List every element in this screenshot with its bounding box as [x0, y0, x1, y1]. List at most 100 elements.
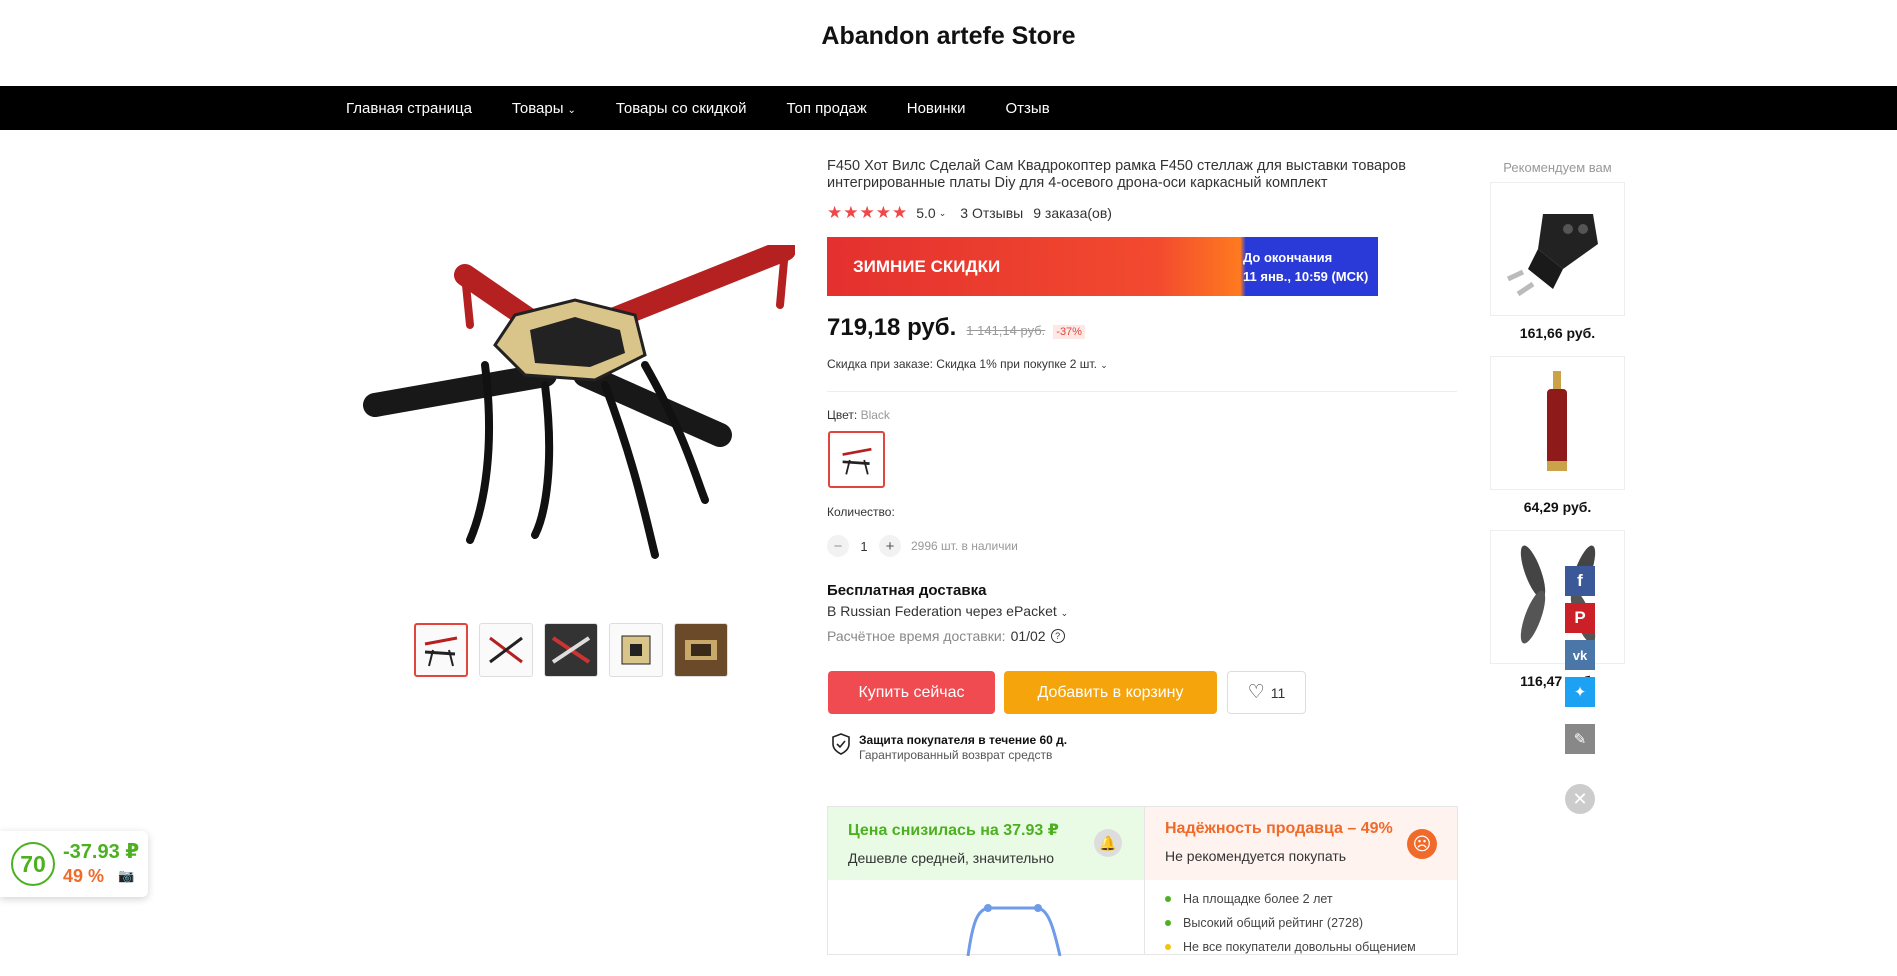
old-price: 1 141,14 руб. — [966, 323, 1046, 338]
wishlist-button[interactable]: ♡ 11 — [1227, 671, 1306, 714]
twitter-icon[interactable]: ✦ — [1565, 677, 1595, 707]
shipping-route-text: В Russian Federation через ePacket — [827, 603, 1057, 619]
chevron-down-icon: ⌄ — [938, 207, 947, 218]
shield-icon — [832, 733, 850, 755]
propellers-image — [1520, 545, 1595, 644]
reason-text: Не все покупатели довольны общением — [1183, 940, 1416, 954]
bell-icon[interactable]: 🔔 — [1094, 829, 1122, 857]
promo-countdown: До окончания 11 янв., 10:59 (МСК) — [1243, 248, 1368, 286]
pinterest-icon[interactable]: P — [1565, 603, 1595, 633]
facebook-icon[interactable]: f — [1565, 566, 1595, 596]
nav-new[interactable]: Новинки — [907, 100, 966, 117]
close-icon[interactable]: ✕ — [1565, 784, 1595, 814]
score-badge: 70 — [11, 842, 55, 886]
delivery-time-label: Расчётное время доставки: — [827, 628, 1006, 644]
thumbnail-strip — [414, 623, 739, 677]
nav-sale-label: Товары со скидкой — [615, 99, 747, 117]
nav-top-label: Топ продаж — [786, 99, 867, 117]
reason-text: На площадке более 2 лет — [1183, 892, 1333, 906]
star-icon: ★ — [892, 203, 908, 222]
current-price: 719,18 руб. — [827, 314, 957, 341]
quantity-stepper: − 1 + 2996 шт. в наличии — [827, 535, 1018, 557]
vk-icon[interactable]: vk — [1565, 640, 1595, 670]
thumbnail-3[interactable] — [544, 623, 598, 677]
recommend-title: Рекомендуем вам — [1503, 160, 1612, 175]
nav-review[interactable]: Отзыв — [1006, 100, 1050, 117]
bulk-discount-text: Скидка при заказе: Скидка 1% при покупке… — [827, 357, 1097, 371]
recommend-item-2[interactable] — [1490, 356, 1625, 490]
green-dot-icon — [1165, 920, 1171, 926]
thumbnail-2[interactable] — [479, 623, 533, 677]
delivery-time: Расчётное время доставки: 01/02? — [827, 628, 1065, 644]
list-item: Высокий общий рейтинг (2728) — [1165, 916, 1437, 930]
quantity-value[interactable]: 1 — [849, 539, 879, 554]
star-icon: ★ — [859, 203, 875, 222]
add-to-cart-button[interactable]: Добавить в корзину — [1004, 671, 1217, 714]
quantity-decrease-button[interactable]: − — [827, 535, 849, 557]
shipping-route[interactable]: В Russian Federation через ePacket ⌄ — [827, 603, 1068, 619]
nav-home-label: Главная страница — [346, 99, 472, 117]
nav-products-label: Товары — [511, 99, 564, 117]
buy-now-button[interactable]: Купить сейчас — [828, 671, 995, 714]
price-drop-title: Цена снизилась на 37.93 ₽ — [848, 822, 1059, 839]
reason-text: Высокий общий рейтинг (2728) — [1183, 916, 1364, 930]
seller-reliability-title: Надёжность продавца – 49% — [1165, 820, 1393, 837]
chevron-down-icon: ⌄ — [567, 104, 576, 116]
thumbnail-5[interactable] — [674, 623, 728, 677]
store-title: Abandon artefe Store — [821, 22, 1076, 50]
color-option-black[interactable] — [828, 431, 885, 488]
green-dot-icon — [1165, 896, 1171, 902]
delivery-time-value: 01/02 — [1010, 628, 1046, 644]
promo-banner: ЗИМНИЕ СКИДКИ До окончания 11 янв., 10:5… — [827, 237, 1378, 296]
color-label-text: Цвет: — [827, 408, 858, 422]
reviews-link[interactable]: 3 Отзывы — [960, 205, 1023, 221]
color-label: Цвет: Black — [827, 408, 890, 422]
thumbnail-4[interactable] — [609, 623, 663, 677]
buyer-protection: Защита покупателя в течение 60 д. Гарант… — [831, 733, 1067, 763]
stock-count: 2996 шт. в наличии — [911, 539, 1018, 553]
seller-reasons-list: На площадке более 2 лет Высокий общий ре… — [1145, 880, 1457, 976]
bulk-discount[interactable]: Скидка при заказе: Скидка 1% при покупке… — [827, 357, 1108, 371]
divider — [827, 391, 1457, 392]
promo-until-line2: 11 янв., 10:59 (МСК) — [1243, 268, 1369, 284]
chevron-down-icon: ⌄ — [1100, 360, 1108, 370]
quantity-increase-button[interactable]: + — [879, 535, 901, 557]
star-icon: ★ — [843, 203, 859, 222]
question-icon[interactable]: ? — [1050, 629, 1065, 643]
product-main-image[interactable] — [345, 245, 795, 575]
seller-reliability-panel: Надёжность продавца – 49% Не рекомендует… — [1144, 806, 1458, 955]
price-drop-subtitle: Дешевле средней, значительно — [848, 850, 1055, 866]
thumbnail-1[interactable] — [414, 623, 468, 677]
price-block: 719,18 руб. 1 141,14 руб. -37% — [827, 314, 1085, 342]
nav-review-label: Отзыв — [1005, 99, 1050, 117]
camera-icon[interactable]: 📷 — [118, 864, 134, 888]
chevron-down-icon: ⌄ — [1060, 608, 1069, 618]
star-icon: ★ — [875, 203, 891, 222]
recommend-price-2: 64,29 руб. — [1523, 499, 1592, 515]
price-tracker-widget[interactable]: 70 -37.93 ₽ 49 % 📷 — [0, 831, 148, 897]
nav-home[interactable]: Главная страница — [346, 100, 472, 117]
recommend-price-3: 116,47 руб. — [1520, 673, 1595, 689]
recommend-price-1: 161,66 руб. — [1519, 325, 1596, 341]
plug-adapter-image — [1506, 214, 1598, 297]
protection-subtitle: Гарантированный возврат средств — [859, 748, 1053, 762]
price-analysis-panel: Цена снизилась на 37.93 ₽ Дешевле средне… — [827, 806, 1144, 957]
promo-label: ЗИМНИЕ СКИДКИ — [853, 256, 1001, 276]
product-rating: ★ ★ ★ ★ ★ 5.0 ⌄ 3 Отзывы 9 заказа(ов) — [827, 203, 1112, 223]
seller-reliability-subtitle: Не рекомендуется покупать — [1165, 848, 1347, 864]
nav-top[interactable]: Топ продаж — [787, 100, 867, 117]
recommend-item-1[interactable] — [1490, 182, 1625, 316]
recommend-item-3[interactable] — [1490, 530, 1625, 664]
nav-sale[interactable]: Товары со скидкой — [616, 100, 747, 117]
edit-icon[interactable]: ✎ — [1565, 724, 1595, 754]
product-title: F450 Хот Вилс Сделай Сам Квадрокоптер ра… — [827, 158, 1406, 191]
wishlist-count: 11 — [1270, 684, 1286, 701]
promo-until-line1: До окончания — [1243, 249, 1333, 265]
nav-products[interactable]: Товары ⌄ — [512, 100, 576, 117]
drone-swatch-image — [841, 447, 872, 475]
list-item: Не все покупатели довольны общением — [1165, 940, 1437, 954]
main-navbar: Главная страница Товары ⌄ Товары со скидк… — [0, 86, 1897, 130]
heart-icon: ♡ — [1247, 682, 1265, 703]
rating-value[interactable]: 5.0 — [916, 205, 935, 221]
yellow-dot-icon — [1165, 944, 1171, 950]
